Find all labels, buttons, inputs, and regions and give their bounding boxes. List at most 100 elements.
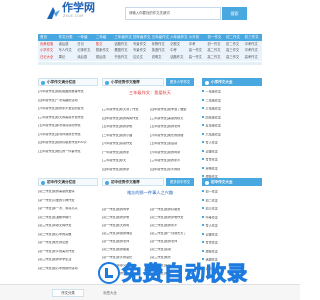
nav-link[interactable]: 观后感 <box>96 55 106 59</box>
list-item[interactable]: [五年级作文]难忘的一件事作文 <box>38 150 98 156</box>
tab-tags[interactable]: 标签大全 <box>94 289 126 297</box>
list-item[interactable]: 六年级作文 <box>202 132 262 139</box>
list-item[interactable]: 一年级作文 <box>202 90 262 96</box>
list-item[interactable]: [初二作文]感动 <box>150 248 198 254</box>
nav-link[interactable]: 五年级作文 <box>152 35 170 40</box>
nav-link[interactable]: 作文分类 <box>59 35 73 40</box>
nav-link[interactable]: 周记 <box>59 55 66 59</box>
nav-link[interactable]: 高二作文 <box>207 55 220 59</box>
nav-link[interactable]: 状物作文 <box>152 42 165 46</box>
list-item[interactable]: [三年级作文]美丽的秋天 <box>150 117 198 123</box>
section-right-title[interactable]: 初中作文大全 <box>211 180 233 185</box>
list-item[interactable]: [初二作文]我的梦想 <box>102 216 150 222</box>
search-button[interactable]: 搜索 <box>222 7 247 20</box>
list-item[interactable]: [初一作文]我的同学 <box>102 208 150 214</box>
list-item[interactable]: [初三作文]成长 <box>150 256 198 262</box>
list-item[interactable]: [一年级作文]我的家 <box>102 151 150 157</box>
list-item[interactable]: [四年级作文]我的妈妈作文 <box>102 117 150 123</box>
nav-link[interactable]: 日记 <box>77 42 84 46</box>
list-item[interactable]: [六年级作文]读书伴我成长作文 <box>38 133 98 139</box>
nav-link[interactable]: 中考 <box>189 42 196 46</box>
nav-link[interactable]: 首页 <box>40 35 47 40</box>
section-title[interactable]: 小学作文满分栏目 <box>47 80 76 85</box>
nav-link[interactable]: 小学作文 <box>40 48 53 52</box>
list-item[interactable]: [四年级作文]家乡的秋 <box>150 168 198 174</box>
list-item[interactable]: [三年级作文]秋天的美丽景色作文 <box>38 116 98 122</box>
list-item[interactable]: [初三作文]我的中学生活 <box>38 258 98 264</box>
list-item[interactable]: 写景作文 <box>202 241 262 247</box>
nav-link[interactable]: 中考 <box>170 48 177 52</box>
nav-link[interactable]: 话题作文 <box>170 55 183 59</box>
nav-link[interactable]: 小升初 <box>189 35 200 40</box>
list-item[interactable]: [初一作文]家乡的美景作文 <box>38 250 98 256</box>
list-item[interactable]: [五年级作文]我的梦想 <box>102 125 150 131</box>
nav-link[interactable]: 写景作文 <box>133 42 146 46</box>
nav-link[interactable]: 记叙文 <box>170 42 180 46</box>
list-item[interactable]: [初一作文]秋天的雨 <box>102 224 150 230</box>
nav-link[interactable]: 说明文 <box>152 55 162 59</box>
list-item[interactable]: [初二作文]我的爸爸 <box>102 248 150 254</box>
nav-link[interactable]: 写景作文 <box>133 48 146 52</box>
nav-link[interactable]: 初二作文 <box>226 35 240 40</box>
list-item[interactable]: [六年级作文]我的家乡发生的变化 <box>38 107 98 113</box>
list-item[interactable]: [初二作文]我心中的那份感动 <box>38 267 98 273</box>
list-item[interactable]: [初二作文]我的家乡 <box>150 224 198 230</box>
list-item[interactable]: [初二作文]我的梦想作文 <box>150 216 198 222</box>
list-item[interactable]: [三年级作文]秋天到了作文 <box>102 108 150 114</box>
list-item[interactable]: [二年级作文]我的小猫 <box>102 134 150 140</box>
list-item[interactable]: [初三作文]青春无悔作文 <box>38 224 98 230</box>
nav-link[interactable]: 六年级作文 <box>170 35 188 40</box>
nav-link[interactable]: 想象作文 <box>96 48 109 52</box>
list-item[interactable]: [初一作文]成长的足迹 <box>38 241 98 247</box>
list-item[interactable]: [初三作文]青春的味道 <box>102 232 150 238</box>
nav-link[interactable]: 书信作文 <box>114 55 127 59</box>
list-item[interactable]: 三年级作文 <box>202 107 262 113</box>
list-item[interactable]: [初二作文]在温暖中前行 <box>38 216 98 222</box>
list-item[interactable]: 记事作文 <box>202 149 262 156</box>
list-item[interactable]: [五年级作文]那次我真感动作文 <box>38 124 98 130</box>
list-item[interactable]: [初一作文]可爱的小狗作文 <box>38 199 98 205</box>
list-item[interactable]: [四年级作文]一次有趣的活动 <box>38 99 98 105</box>
nav-link[interactable]: 话题作文 <box>114 42 127 46</box>
list-item[interactable]: 五年级作文 <box>202 124 262 130</box>
list-item[interactable]: [六年级作文]我的母亲 <box>150 151 198 157</box>
list-item[interactable]: [六年级作文]我和祖国的故事作文 <box>38 90 98 96</box>
nav-link[interactable]: 写人作文 <box>59 48 72 52</box>
nav-link[interactable]: 看图作文 <box>114 48 127 52</box>
list-item[interactable]: 想象作文 <box>202 249 262 256</box>
section-mid-title[interactable]: 小学优秀作文推荐 <box>111 80 140 85</box>
list-item[interactable]: [六年级作文]成长的烦恼 <box>150 134 198 140</box>
nav-link[interactable]: 高三作文 <box>226 55 239 59</box>
nav-link[interactable]: 一年级 <box>77 35 88 40</box>
nav-link[interactable]: 高一作文 <box>189 55 202 59</box>
list-item[interactable]: [初二作文]我的美丽的爱情 <box>38 190 98 196</box>
nav-link[interactable]: 初一作文 <box>207 42 220 46</box>
list-item[interactable]: [五年级作文]我的老师 <box>150 125 198 131</box>
list-item[interactable]: [初一作文]那一次，我真高兴 <box>38 207 98 213</box>
more-middle-button[interactable]: 更多初中作文 <box>166 178 194 186</box>
list-item[interactable]: 初二作文 <box>202 198 262 205</box>
list-item[interactable]: 初三作文 <box>202 207 262 213</box>
list-item[interactable]: [初一作文]我的老师 <box>102 240 150 246</box>
nav-link[interactable]: 初三作文 <box>245 35 259 40</box>
list-item[interactable]: 中考作文 <box>202 215 262 222</box>
list-item[interactable]: [初一作文]我的好朋友 <box>150 208 198 214</box>
nav-link[interactable]: 二年级 <box>96 35 107 40</box>
tab-categories[interactable]: 作文分类 <box>52 289 84 297</box>
section-right-title[interactable]: 小学作文大全 <box>211 80 233 85</box>
list-item[interactable]: 四年级作文 <box>202 115 262 122</box>
nav-link[interactable]: 英语作文 <box>152 48 165 52</box>
featured-article[interactable]: 三年级作文：我爱秋天 <box>102 90 198 95</box>
nav-link[interactable]: 高一作文 <box>189 48 202 52</box>
list-item[interactable]: 写人作文 <box>202 141 262 147</box>
list-item[interactable]: 记事作文 <box>202 232 262 239</box>
nav-link[interactable]: 初二作文 <box>226 42 239 46</box>
nav-link[interactable]: 中考作文 <box>245 48 258 52</box>
list-item[interactable]: 状物作文 <box>202 166 262 173</box>
more-primary-button[interactable]: 更多小学作文 <box>166 78 194 86</box>
nav-link[interactable]: 读后感 <box>59 42 69 46</box>
list-item[interactable]: 写人作文 <box>202 224 262 230</box>
list-item[interactable]: 初一作文 <box>202 190 262 196</box>
list-item[interactable]: [四年级作文]我学会了做饭 <box>150 108 198 114</box>
nav-link[interactable]: 优美段落 <box>40 42 53 46</box>
